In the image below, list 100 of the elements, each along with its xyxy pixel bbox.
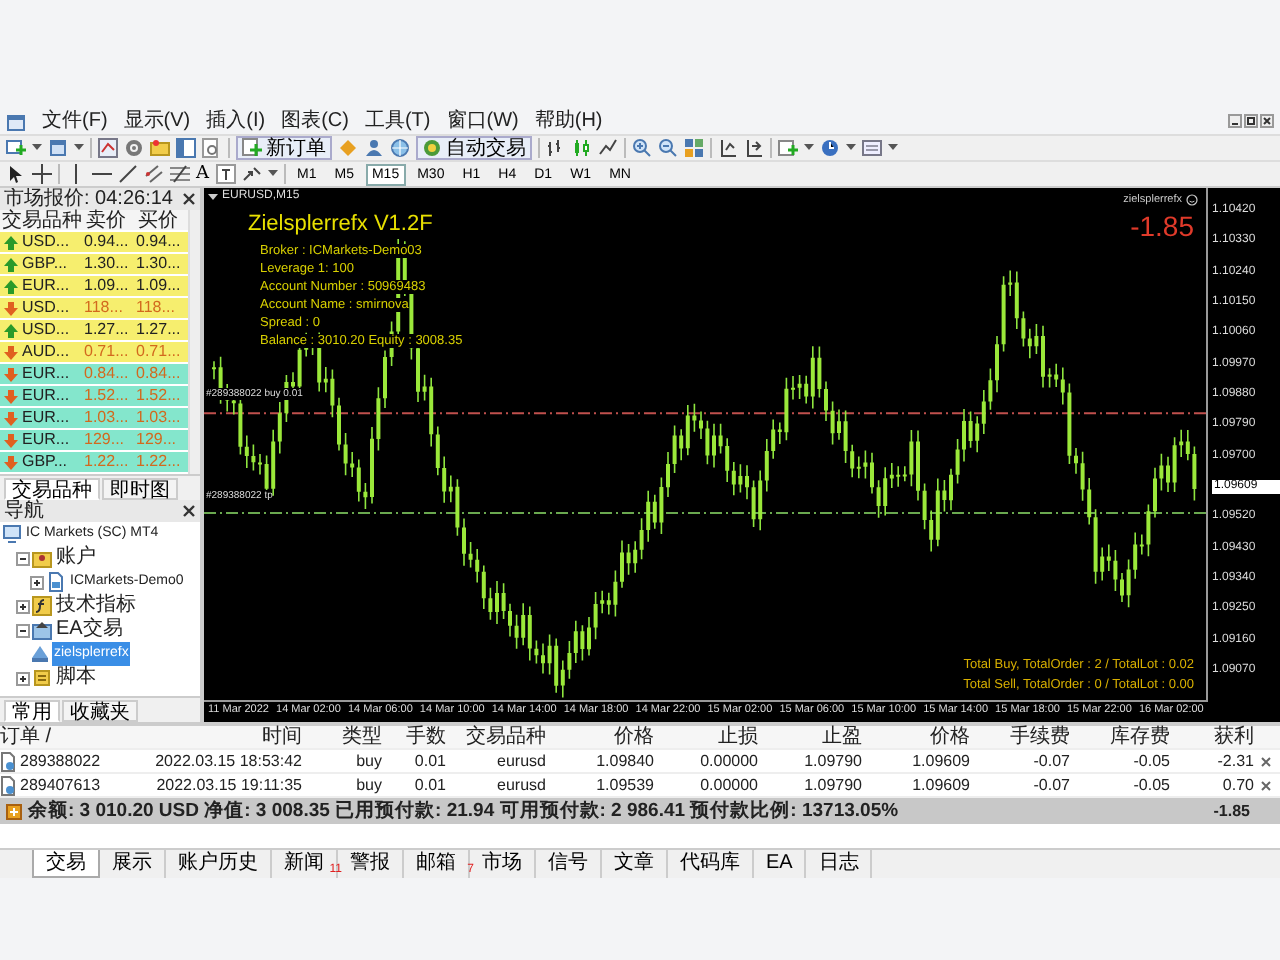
close-icon[interactable] — [1260, 114, 1274, 128]
quote-row[interactable]: EUR... 129... 129... — [0, 430, 188, 452]
terminal-tab[interactable]: 文章 — [602, 850, 668, 878]
quote-row[interactable]: AUD... 0.71... 0.71... — [0, 342, 188, 364]
expand-box-icon[interactable] — [16, 671, 30, 685]
panel-tab[interactable]: 收藏夹 — [62, 700, 138, 722]
terminal-tab[interactable]: 账户历史 — [166, 850, 272, 878]
ask-price: 118... — [136, 298, 177, 318]
column-header[interactable]: 卖价 — [84, 210, 136, 234]
menu-item[interactable]: 帮助(H) — [534, 109, 603, 133]
panel-tab[interactable]: 常用 — [4, 700, 60, 722]
panel-tab[interactable]: 即时图 — [102, 478, 178, 500]
restore-icon[interactable] — [1244, 114, 1258, 128]
tree-item[interactable]: 脚本 — [54, 666, 98, 690]
close-icon[interactable] — [1260, 779, 1272, 791]
collapse-box-icon[interactable] — [16, 551, 30, 565]
menu-item[interactable]: 插入(I) — [206, 109, 266, 133]
table-cell-text: 2022.03.15 19:11:35 — [154, 775, 304, 795]
symbol-name: AUD... — [22, 342, 70, 362]
plus-chart-icon[interactable] — [778, 138, 798, 158]
quote-row[interactable]: GBP... 1.22... 1.22... — [0, 452, 188, 474]
symbol-name: EUR... — [22, 386, 70, 406]
menu-item[interactable]: 窗口(W) — [446, 109, 519, 133]
magnifier-page-icon[interactable] — [202, 138, 222, 158]
terminal-tab[interactable]: 日志 — [806, 850, 873, 878]
terminal-tab[interactable]: 展示 — [100, 850, 166, 878]
quote-row[interactable]: USD... 1.27... 1.27... — [0, 320, 188, 342]
balance-icon — [6, 803, 22, 819]
line-chart-icon[interactable] — [598, 138, 618, 158]
chart-shift-icon[interactable] — [718, 138, 738, 158]
auto-trading-button[interactable]: 自动交易 — [416, 136, 532, 160]
column-header[interactable]: 止损 — [660, 726, 764, 748]
app-window-icon[interactable] — [6, 111, 26, 131]
column-header[interactable]: 库存费 — [1076, 726, 1176, 748]
zoom-in-icon[interactable] — [632, 138, 652, 158]
table-cell-text: buy — [354, 775, 384, 795]
scrollbar[interactable] — [188, 210, 200, 474]
panel-tab[interactable]: 交易品种 — [4, 478, 100, 500]
expand-box-icon[interactable] — [16, 599, 30, 613]
menu-item[interactable]: 文件(F) — [42, 109, 108, 133]
arrows-icon[interactable] — [241, 164, 261, 184]
quotes-window-icon[interactable] — [98, 138, 118, 158]
trendline-icon[interactable] — [118, 164, 138, 184]
column-header[interactable]: 订单 / — [0, 726, 124, 748]
quote-row[interactable]: EUR... 1.03... 1.03... — [0, 408, 188, 430]
close-icon[interactable] — [1260, 755, 1272, 767]
auto-scroll-icon[interactable] — [744, 138, 764, 158]
column-header[interactable]: 类型 — [308, 726, 388, 748]
bar-chart-icon[interactable] — [546, 138, 566, 158]
new-chart-icon[interactable] — [6, 138, 26, 158]
terminal-tab[interactable]: EA — [754, 850, 807, 878]
computer-icon — [2, 524, 22, 544]
person-icon[interactable] — [364, 138, 384, 158]
column-header[interactable]: 手数 — [388, 726, 452, 748]
clock-icon[interactable] — [820, 138, 840, 158]
fibonacci-icon[interactable] — [170, 164, 190, 184]
template-icon[interactable] — [862, 138, 882, 158]
tree-item[interactable]: 技术指标 — [54, 594, 138, 618]
menu-item[interactable]: 工具(T) — [364, 109, 431, 133]
menu-item[interactable]: 图表(C) — [281, 109, 349, 133]
collapse-box-icon[interactable] — [16, 623, 30, 637]
tile-windows-icon[interactable] — [684, 138, 704, 158]
text-label-icon[interactable] — [215, 164, 235, 184]
ask-price: 1.22... — [136, 452, 183, 472]
quote-row[interactable]: GBP... 1.30... 1.30... — [0, 254, 188, 276]
quote-row[interactable]: EUR... 1.52... 1.52... — [0, 386, 188, 408]
text-tool-button[interactable]: A — [196, 162, 209, 186]
quote-row[interactable]: EUR... 1.09... 1.09... — [0, 276, 188, 298]
menu-item[interactable]: 显示(V) — [123, 109, 191, 133]
ask-price: 1.03... — [136, 408, 183, 428]
column-header[interactable]: 手续费 — [976, 726, 1076, 748]
close-icon[interactable] — [182, 192, 196, 206]
expand-box-icon[interactable] — [30, 575, 44, 589]
terminal-tab[interactable]: 信号 — [536, 850, 602, 878]
table-cell-text: 0.01 — [412, 775, 448, 795]
quote-row[interactable]: USD... 0.94... 0.94... — [0, 232, 188, 254]
table-cell-text: 0.01 — [412, 751, 448, 771]
terminal-tab[interactable]: 代码库 — [668, 850, 754, 878]
window-stack-icon[interactable] — [48, 138, 68, 158]
window-panel-icon[interactable] — [176, 138, 196, 158]
zoom-out-icon[interactable] — [658, 138, 678, 158]
crosshair-icon[interactable] — [32, 164, 52, 184]
column-header[interactable]: 获利 — [1176, 726, 1260, 748]
column-header[interactable]: 价格 — [552, 726, 660, 748]
globe-icon[interactable] — [390, 138, 410, 158]
cursor-icon[interactable] — [6, 164, 26, 184]
new-order-button[interactable]: 新订单 — [236, 136, 332, 160]
column-header[interactable]: 买价 — [136, 210, 188, 234]
minimize-icon[interactable] — [1228, 114, 1242, 128]
tree-item[interactable]: EA交易 — [54, 618, 125, 642]
quote-row[interactable]: EUR... 0.84... 0.84... — [0, 364, 188, 386]
column-header[interactable]: 止盈 — [764, 726, 868, 748]
column-header[interactable]: 价格 — [868, 726, 976, 748]
tree-item[interactable]: 账户 — [54, 546, 98, 570]
column-header[interactable]: 时间 — [124, 726, 308, 748]
column-header[interactable]: 交易品种 — [0, 210, 84, 234]
close-icon[interactable] — [182, 504, 196, 518]
quote-row[interactable]: USD... 118... 118... — [0, 298, 188, 320]
column-header[interactable]: 交易品种 — [452, 726, 552, 748]
terminal-tab[interactable]: 交易 — [32, 850, 100, 878]
